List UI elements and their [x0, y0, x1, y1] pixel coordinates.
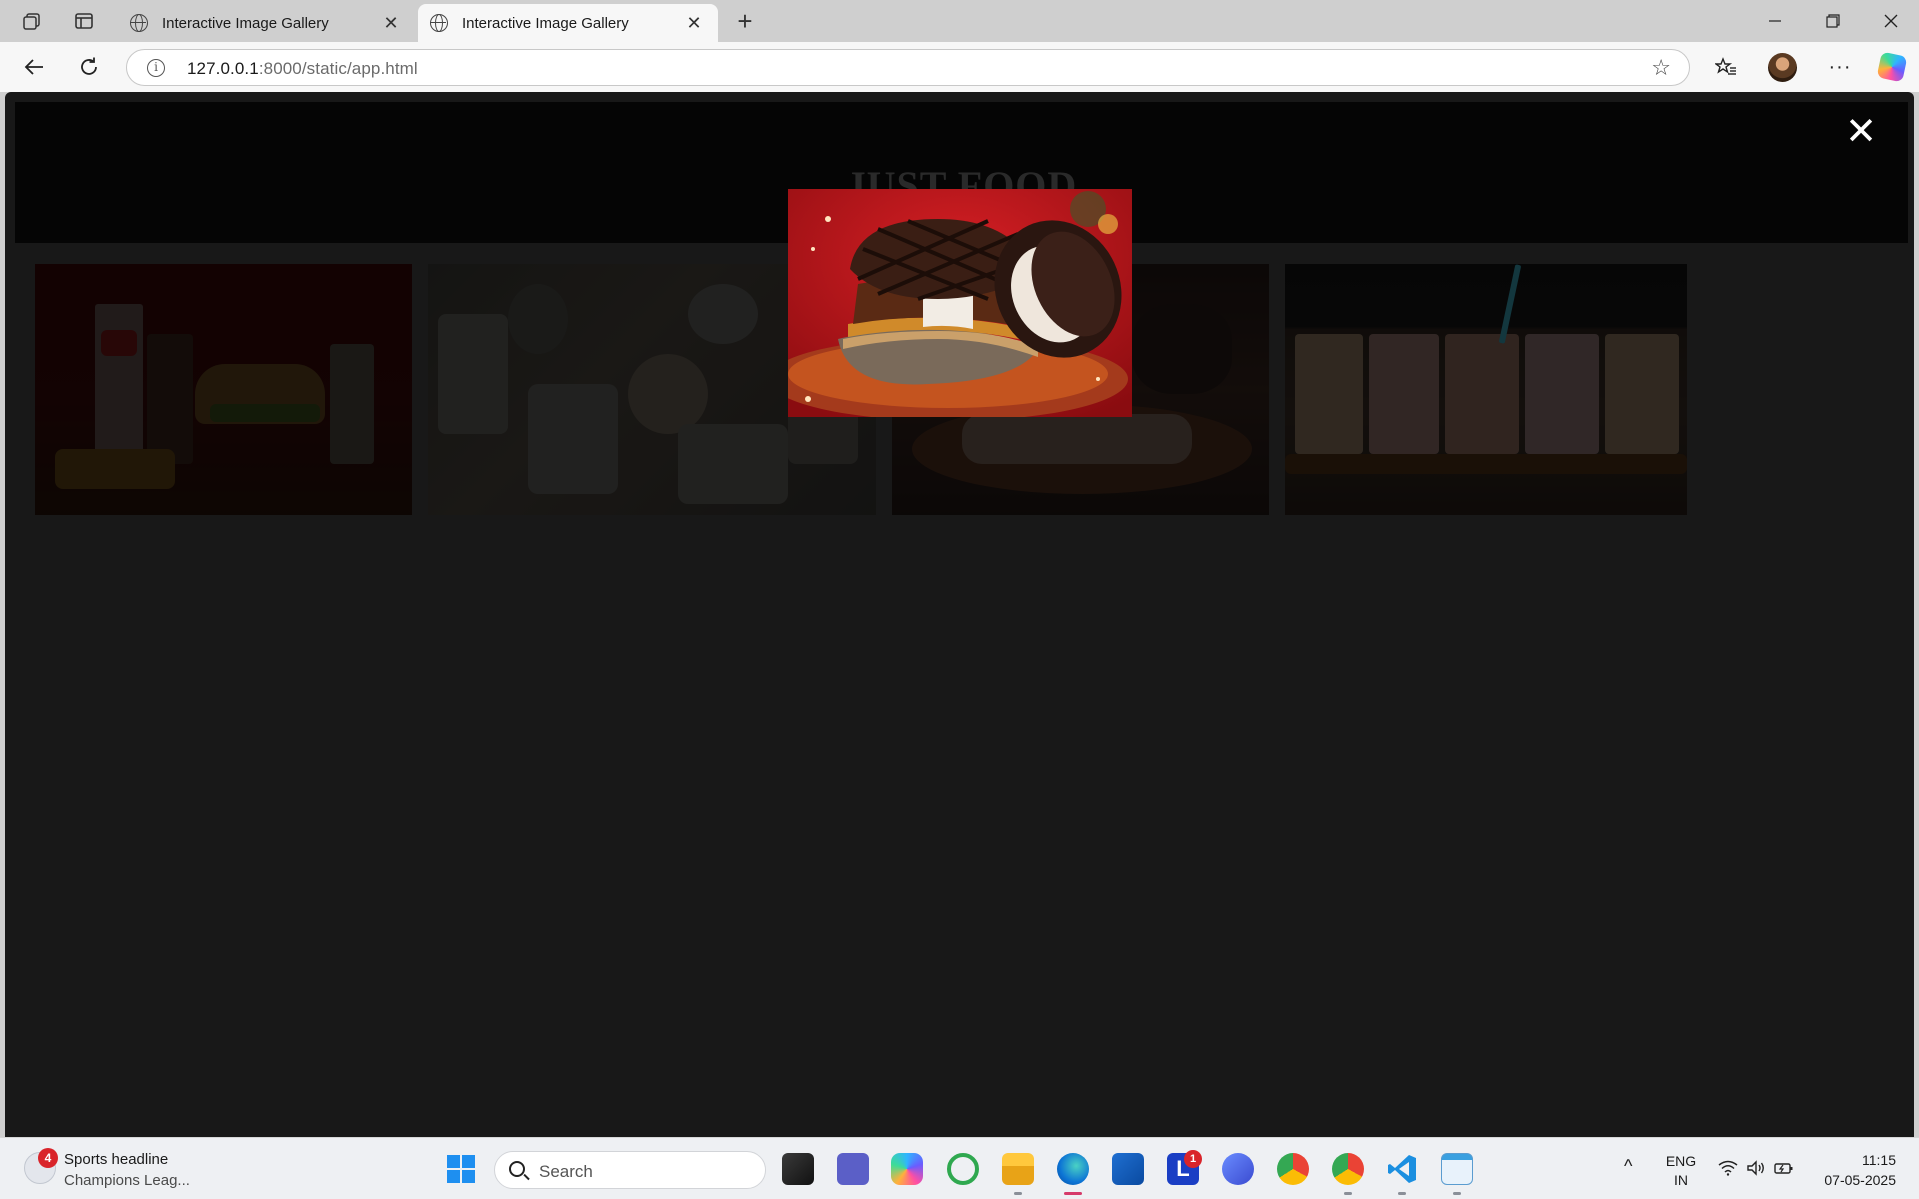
- favorites-icon[interactable]: [1708, 50, 1744, 84]
- tab-active[interactable]: Interactive Image Gallery ✕: [418, 4, 718, 42]
- app-running-indicator: [1398, 1192, 1406, 1195]
- chrome-icon[interactable]: [1277, 1153, 1309, 1185]
- clock-date[interactable]: 07-05-2025: [1806, 1172, 1896, 1188]
- task-view-icon[interactable]: [782, 1153, 814, 1185]
- search-icon: [509, 1161, 525, 1177]
- app-running-indicator: [1453, 1192, 1461, 1195]
- restore-icon[interactable]: [1804, 0, 1862, 42]
- clock-time[interactable]: 11:15: [1816, 1152, 1896, 1168]
- favorite-star-icon[interactable]: ☆: [1651, 55, 1671, 81]
- windows-start-icon[interactable]: [447, 1155, 475, 1183]
- app-running-indicator: [1014, 1192, 1022, 1195]
- tab-close-icon[interactable]: ✕: [379, 11, 403, 35]
- gallery-thumbnail-bubble-tea[interactable]: [1285, 264, 1687, 515]
- edge-icon[interactable]: [1057, 1153, 1089, 1185]
- tab-inactive[interactable]: Interactive Image Gallery ✕: [118, 4, 415, 42]
- address-bar[interactable]: i 127.0.0.1:8000/static/app.html ☆: [126, 49, 1690, 86]
- modal-enlarged-image: [788, 189, 1132, 417]
- browser-tab-strip: Interactive Image Gallery ✕ Interactive …: [0, 0, 1919, 42]
- page-viewport: JUST FOOD ✕: [5, 92, 1914, 1137]
- refresh-icon[interactable]: [71, 50, 107, 84]
- news-headline[interactable]: Sports headline: [64, 1151, 168, 1168]
- news-subtitle[interactable]: Champions Leag...: [64, 1172, 190, 1189]
- workspaces-icon[interactable]: [14, 6, 50, 36]
- gallery-thumbnail-fast-food[interactable]: [35, 264, 412, 515]
- windows-taskbar: 4 Sports headline Champions Leag... Sear…: [0, 1137, 1919, 1199]
- store-icon[interactable]: [1112, 1153, 1144, 1185]
- teams-icon[interactable]: [837, 1153, 869, 1185]
- browser-toolbar: i 127.0.0.1:8000/static/app.html ☆ ···: [0, 42, 1919, 92]
- tab-title: Interactive Image Gallery: [462, 14, 629, 32]
- news-badge: 4: [38, 1148, 58, 1168]
- app-running-indicator: [1344, 1192, 1352, 1195]
- notepad-icon[interactable]: [1441, 1153, 1473, 1185]
- language-indicator-bottom[interactable]: IN: [1663, 1172, 1699, 1188]
- url-host: 127.0.0.1: [187, 59, 259, 78]
- more-options-icon[interactable]: ···: [1822, 50, 1858, 84]
- tab-title: Interactive Image Gallery: [162, 14, 329, 32]
- battery-icon[interactable]: [1774, 1160, 1794, 1181]
- ring-app-icon[interactable]: [947, 1153, 979, 1185]
- vscode-icon[interactable]: [1386, 1153, 1418, 1185]
- chrome-profile-icon[interactable]: [1332, 1153, 1364, 1185]
- window-close-icon[interactable]: [1862, 0, 1919, 42]
- file-explorer-icon[interactable]: [1002, 1153, 1034, 1185]
- volume-icon[interactable]: [1746, 1160, 1766, 1181]
- back-arrow-icon[interactable]: [16, 50, 52, 84]
- url-path: :8000/static/app.html: [258, 59, 418, 78]
- wifi-icon[interactable]: [1718, 1160, 1738, 1181]
- waffle-sandwich-image: [788, 189, 1132, 417]
- new-tab-button[interactable]: +: [728, 6, 762, 36]
- modal-close-icon[interactable]: ✕: [1843, 113, 1879, 151]
- minimize-icon[interactable]: [1746, 0, 1804, 42]
- copilot-icon[interactable]: [1876, 51, 1908, 83]
- wave-app-icon[interactable]: [1222, 1153, 1254, 1185]
- show-hidden-icons-chevron-icon[interactable]: ^: [1624, 1156, 1632, 1177]
- globe-icon: [430, 14, 448, 32]
- profile-avatar[interactable]: [1768, 53, 1797, 82]
- site-info-icon[interactable]: i: [147, 59, 165, 77]
- l-app-badge: 1: [1184, 1150, 1202, 1168]
- search-placeholder: Search: [539, 1162, 593, 1181]
- language-indicator-top[interactable]: ENG: [1663, 1153, 1699, 1169]
- globe-icon: [130, 14, 148, 32]
- tab-close-icon[interactable]: ✕: [682, 11, 706, 35]
- url-text: 127.0.0.1:8000/static/app.html: [187, 59, 418, 79]
- taskbar-search[interactable]: Search: [494, 1151, 766, 1189]
- vertical-tabs-icon[interactable]: [66, 6, 102, 36]
- copilot-app-icon[interactable]: [891, 1153, 923, 1185]
- app-active-indicator: [1064, 1192, 1082, 1195]
